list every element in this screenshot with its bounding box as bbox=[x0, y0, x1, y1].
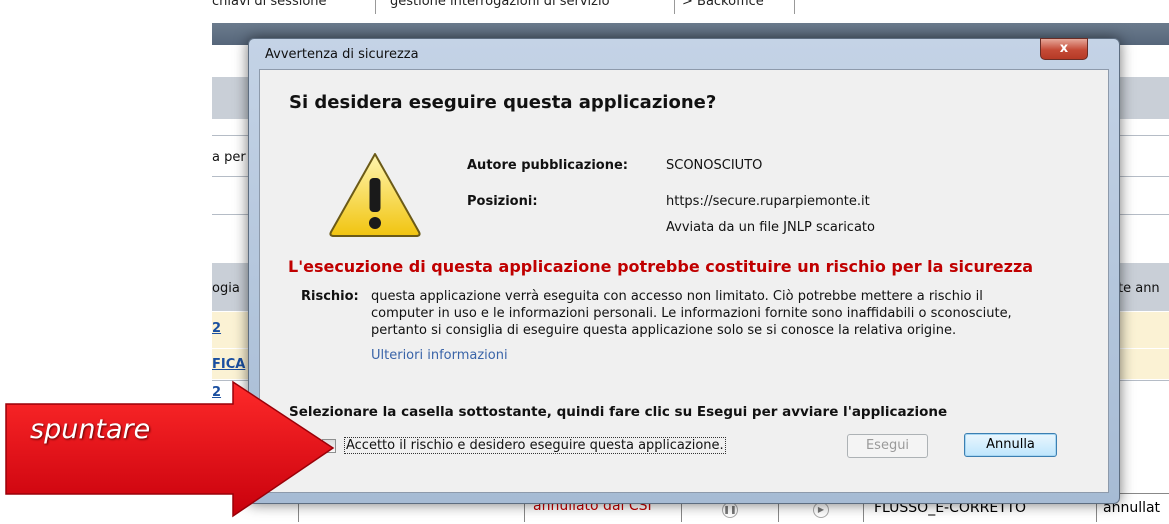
instruction-text: Selezionare la casella sottostante, quin… bbox=[289, 404, 948, 420]
warning-triangle-icon bbox=[329, 153, 421, 237]
column-header-partial: ogia bbox=[212, 281, 240, 296]
nav-item-service-queries[interactable]: gestione interrogazioni di servizio bbox=[390, 0, 610, 9]
nav-item-session-keys[interactable]: chiavi di sessione bbox=[212, 0, 327, 9]
nav-separator bbox=[674, 0, 675, 14]
nav-separator bbox=[794, 0, 795, 14]
accept-risk-label[interactable]: Accetto il rischio e desidero eseguire q… bbox=[344, 437, 726, 454]
run-button[interactable]: Esegui bbox=[847, 434, 928, 458]
close-button[interactable]: x bbox=[1040, 38, 1088, 60]
annotation-label: spuntare bbox=[30, 414, 151, 445]
risk-line: computer in uso e le informazioni person… bbox=[371, 306, 1012, 321]
top-navigation: chiavi di sessione gestione interrogazio… bbox=[212, 0, 1169, 16]
locations-value: https://secure.ruparpiemonte.it bbox=[666, 194, 870, 209]
publisher-label: Autore pubblicazione: bbox=[467, 158, 629, 173]
column-header-partial: te ann bbox=[1118, 281, 1160, 296]
security-warning-dialog: Avvertenza di sicurezza x Si desidera es… bbox=[248, 38, 1120, 504]
cancel-button[interactable]: Annulla bbox=[964, 433, 1057, 457]
dialog-title: Avvertenza di sicurezza bbox=[265, 47, 419, 62]
red-arrow-icon bbox=[5, 380, 335, 518]
risk-line: pertanto si consiglia di eseguire questa… bbox=[371, 323, 957, 338]
annotation-arrow: spuntare bbox=[0, 378, 335, 520]
publisher-value: SCONOSCIUTO bbox=[666, 158, 763, 173]
dialog-heading: Si desidera eseguire questa applicazione… bbox=[289, 92, 717, 113]
risk-line: questa applicazione verrà eseguita con a… bbox=[371, 289, 983, 304]
risk-description: questa applicazione verrà eseguita con a… bbox=[371, 288, 1071, 339]
locations-label: Posizioni: bbox=[467, 194, 538, 209]
dialog-body: Si desidera eseguire questa applicazione… bbox=[259, 69, 1109, 493]
close-icon: x bbox=[1059, 41, 1069, 56]
nav-item-backoffice[interactable]: > Backoffice bbox=[682, 0, 764, 9]
more-info-link[interactable]: Ulteriori informazioni bbox=[371, 348, 508, 363]
risk-label: Rischio: bbox=[301, 289, 359, 304]
row-link[interactable]: FICA bbox=[212, 357, 245, 372]
nav-separator bbox=[375, 0, 376, 14]
risk-heading: L'esecuzione di questa applicazione potr… bbox=[288, 257, 1034, 276]
row-link[interactable]: 2 bbox=[212, 321, 221, 336]
locations-note: Avviata da un file JNLP scaricato bbox=[666, 220, 875, 235]
partial-field-label: a per bbox=[212, 150, 246, 165]
